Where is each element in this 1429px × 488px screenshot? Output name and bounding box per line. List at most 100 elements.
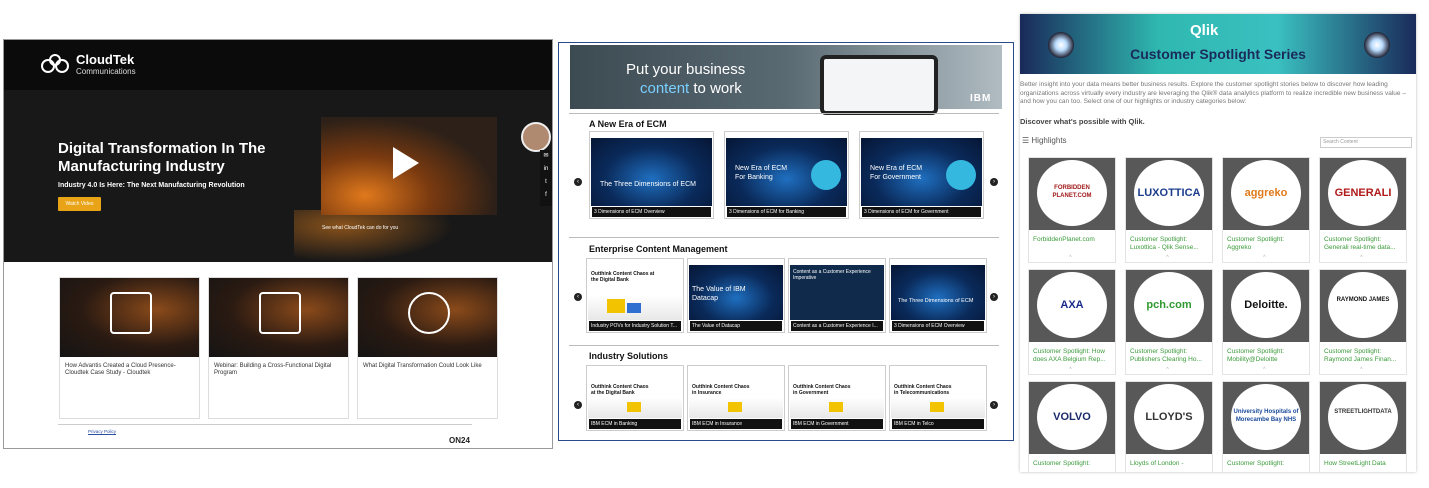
menu-icon[interactable]: ☰	[1022, 136, 1031, 145]
video-tile[interactable]: Outthink Content Chaos in Government IBM…	[788, 365, 886, 431]
play-circle-icon	[408, 292, 450, 334]
video-tile[interactable]: The Three Dimensions of ECM 3 Dimensions…	[589, 131, 714, 219]
card-title: Webinar: Building a Cross-Functional Dig…	[214, 363, 332, 376]
carousel-prev-icon[interactable]: ‹	[574, 401, 582, 409]
card-title[interactable]: ForbiddenPlanet.com	[1033, 236, 1115, 244]
content-card[interactable]: What Digital Transformation Could Look L…	[357, 277, 498, 419]
chart-graphic	[627, 303, 641, 313]
carousel-next-icon[interactable]: ›	[990, 401, 998, 409]
card-image: AXA	[1029, 270, 1115, 342]
highlights-menu[interactable]: ☰ Highlights	[1022, 136, 1067, 145]
video-tile[interactable]: New Era of ECM For Government 3 Dimensio…	[859, 131, 984, 219]
card-image: FORBIDDEN PLANET.COM	[1029, 158, 1115, 230]
card-title[interactable]: Customer Spotlight: Aggreko	[1227, 236, 1309, 252]
presenter-avatar	[521, 122, 551, 152]
video-tile[interactable]: Outthink Content Chaos in Insurance IBM …	[687, 365, 785, 431]
tile-text: The Three Dimensions of ECM	[600, 181, 696, 188]
tile-caption: IBM ECM in Banking	[589, 419, 681, 429]
spotlight-card[interactable]: AXA Customer Spotlight: How does AXA Belg…	[1028, 269, 1116, 375]
spotlight-card[interactable]: VOLVO Customer Spotlight:	[1028, 381, 1116, 472]
chevron-up-icon[interactable]: ^	[1263, 367, 1266, 373]
carousel-next-icon[interactable]: ›	[990, 178, 998, 186]
card-title[interactable]: Customer Spotlight: Publishers Clearing …	[1130, 348, 1212, 364]
tile-text: Outthink Content Chaos in Government	[793, 384, 851, 396]
watch-video-button[interactable]: Watch Video	[58, 197, 101, 211]
hero-subtitle: Industry 4.0 Is Here: The Next Manufactu…	[58, 182, 245, 189]
brand-subtitle: Communications	[76, 67, 136, 76]
card-image: pch.com	[1126, 270, 1212, 342]
cloudtek-header: CloudTek Communications	[4, 40, 552, 90]
highlights-label: Highlights	[1031, 136, 1067, 145]
email-share-icon[interactable]: ✉	[540, 150, 552, 163]
video-tile[interactable]: Outthink Content Chaos in Telecommunicat…	[889, 365, 987, 431]
chevron-up-icon[interactable]: ^	[1166, 367, 1169, 373]
spotlight-card[interactable]: aggreko Customer Spotlight: Aggreko ^	[1222, 157, 1310, 263]
spotlight-card[interactable]: FORBIDDEN PLANET.COM ForbiddenPlanet.com ^	[1028, 157, 1116, 263]
card-title[interactable]: Customer Spotlight:	[1227, 460, 1309, 468]
privacy-policy-link[interactable]: Privacy Policy	[88, 429, 116, 434]
play-icon[interactable]	[393, 147, 419, 179]
section-title: A New Era of ECM	[589, 119, 667, 129]
qlik-logo: Qlik	[1190, 22, 1219, 39]
spotlight-card[interactable]: University Hospitals of Morecambe Bay NH…	[1222, 381, 1310, 472]
card-title[interactable]: Customer Spotlight: Generali real-time d…	[1324, 236, 1406, 252]
card-image: aggreko	[1223, 158, 1309, 230]
hero-video-player[interactable]	[321, 117, 497, 215]
company-logo: Deloitte.	[1231, 272, 1301, 338]
video-tile[interactable]: New Era of ECM For Banking 3 Dimensions …	[724, 131, 849, 219]
series-title: Customer Spotlight Series	[1130, 46, 1306, 62]
carousel-prev-icon[interactable]: ‹	[574, 178, 582, 186]
tile-image	[591, 138, 712, 206]
spotlight-card[interactable]: Deloitte. Customer Spotlight: Mobility@De…	[1222, 269, 1310, 375]
spotlight-card[interactable]: LUXOTTICA Customer Spotlight: Luxottica -…	[1125, 157, 1213, 263]
linkedin-share-icon[interactable]: in	[540, 163, 552, 176]
twitter-share-icon[interactable]: t	[540, 176, 552, 189]
tile-text: New Era of ECM For Banking	[735, 165, 788, 181]
video-tile[interactable]: Outthink Content Chaos at the Digital Ba…	[586, 258, 684, 333]
facebook-share-icon[interactable]: f	[540, 189, 552, 202]
video-tile[interactable]: The Three Dimensions of ECM 3 Dimensions…	[889, 258, 987, 333]
video-tile[interactable]: Outthink Content Chaos at the Digital Ba…	[586, 365, 684, 431]
company-logo: STREETLIGHTDATA	[1328, 384, 1398, 450]
card-title[interactable]: Customer Spotlight: How does AXA Belgium…	[1033, 348, 1115, 364]
card-title[interactable]: Customer Spotlight: Mobility@Deloitte	[1227, 348, 1309, 364]
section-divider	[569, 113, 999, 114]
chevron-up-icon[interactable]: ^	[1263, 255, 1266, 261]
card-image: LLOYD'S	[1126, 382, 1212, 454]
chevron-up-icon[interactable]: ^	[1069, 255, 1072, 261]
card-title[interactable]: How StreetLight Data	[1324, 460, 1406, 468]
carousel-next-icon[interactable]: ›	[990, 293, 998, 301]
company-logo: VOLVO	[1037, 384, 1107, 450]
ibm-logo: IBM	[970, 93, 992, 104]
spotlight-card[interactable]: STREETLIGHTDATA How StreetLight Data	[1319, 381, 1407, 472]
bank-icon	[811, 160, 841, 190]
chevron-up-icon[interactable]: ^	[1360, 255, 1363, 261]
video-tile[interactable]: Content as a Customer Experience Imperat…	[788, 258, 886, 333]
search-input[interactable]: Search Content	[1320, 137, 1412, 148]
chevron-up-icon[interactable]: ^	[1166, 255, 1169, 261]
tile-text: The Three Dimensions of ECM	[898, 298, 974, 304]
chart-graphic	[627, 402, 641, 412]
cloudtek-logo-icon[interactable]	[40, 54, 70, 74]
content-card[interactable]: Webinar: Building a Cross-Functional Dig…	[208, 277, 349, 419]
card-title[interactable]: Customer Spotlight: Luxottica - Qlik Sen…	[1130, 236, 1212, 252]
spotlight-card[interactable]: LLOYD'S Lloyds of London -	[1125, 381, 1213, 472]
spotlight-card[interactable]: RAYMOND JAMES Customer Spotlight: Raymond…	[1319, 269, 1407, 375]
card-title[interactable]: Lloyds of London -	[1130, 460, 1212, 468]
banner-headline-1: Put your business	[626, 61, 746, 78]
tile-text: Outthink Content Chaos at the Digital Ba…	[591, 384, 649, 396]
document-magnifier-icon	[110, 292, 152, 334]
video-tile[interactable]: The Value of IBM Datacap The Value of Da…	[687, 258, 785, 333]
chevron-up-icon[interactable]: ^	[1360, 367, 1363, 373]
banner-emphasis: content	[640, 80, 690, 97]
social-share-bar: ✉ in t f	[540, 150, 552, 206]
spotlight-card[interactable]: GENERALI Customer Spotlight: Generali rea…	[1319, 157, 1407, 263]
card-title[interactable]: Customer Spotlight: Raymond James Finan.…	[1324, 348, 1406, 364]
chevron-up-icon[interactable]: ^	[1069, 367, 1072, 373]
carousel-prev-icon[interactable]: ‹	[574, 293, 582, 301]
content-card[interactable]: How Advantis Created a Cloud Presence- C…	[59, 277, 200, 419]
tile-image	[891, 265, 985, 320]
card-title[interactable]: Customer Spotlight:	[1033, 460, 1115, 468]
spotlight-card[interactable]: pch.com Customer Spotlight: Publishers Cl…	[1125, 269, 1213, 375]
section-divider	[569, 345, 999, 346]
